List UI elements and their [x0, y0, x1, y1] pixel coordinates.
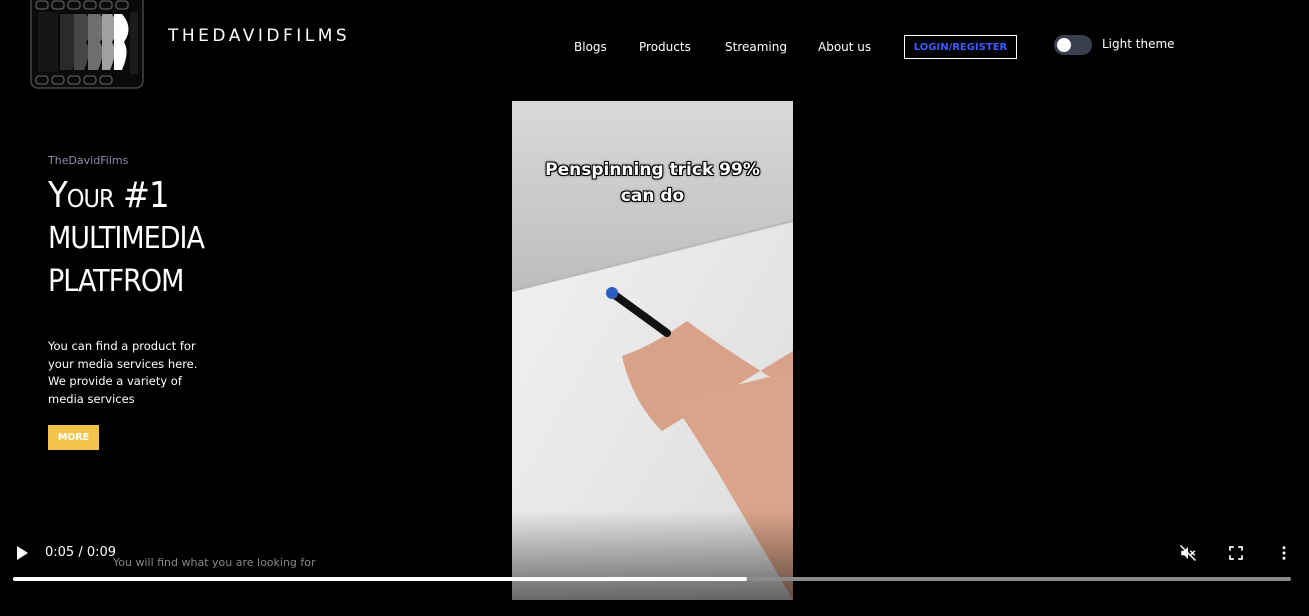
headline-line1: Your #1 [48, 175, 170, 216]
nav-streaming[interactable]: Streaming [725, 40, 787, 54]
headline-line3: PLATFROM [48, 264, 184, 299]
more-vert-icon[interactable] [1275, 544, 1293, 562]
login-register-button[interactable]: LOGIN/REGISTER [904, 35, 1017, 59]
nav-products[interactable]: Products [639, 40, 691, 54]
video-progress-bar[interactable] [13, 577, 1291, 581]
video-progress-fill [13, 577, 747, 581]
hero-description: You can find a product for your media se… [48, 339, 198, 406]
video-subtitle: You will find what you are looking for [113, 556, 316, 569]
theme-toggle-label: Light theme [1102, 37, 1175, 51]
toggle-knob [1057, 38, 1071, 52]
video-time: 0:05 / 0:09 [45, 545, 117, 560]
nav-about[interactable]: About us [818, 40, 871, 54]
controls-gradient [512, 510, 793, 600]
headline-line2: MULTIMEDIA [48, 221, 205, 256]
brand-name[interactable]: THEDAVIDFILMS [168, 26, 350, 46]
hero-eyebrow: TheDavidFilms [48, 154, 129, 167]
caption-line2: can do [620, 186, 685, 206]
caption-line1: Penspinning trick 99% [545, 160, 760, 180]
brand-logo[interactable] [30, 0, 144, 90]
theme-toggle[interactable] [1054, 35, 1092, 55]
volume-muted-icon[interactable] [1179, 544, 1197, 562]
more-button[interactable]: MORE [48, 425, 99, 450]
nav-blogs[interactable]: Blogs [574, 40, 607, 54]
play-icon[interactable] [14, 545, 30, 561]
fullscreen-icon[interactable] [1227, 544, 1245, 562]
video-caption: Penspinning trick 99% can do [512, 157, 793, 209]
hero-headline: Your #1 MULTIMEDIA PLATFROM [48, 174, 248, 303]
video-player[interactable]: Penspinning trick 99% can do [512, 101, 793, 600]
